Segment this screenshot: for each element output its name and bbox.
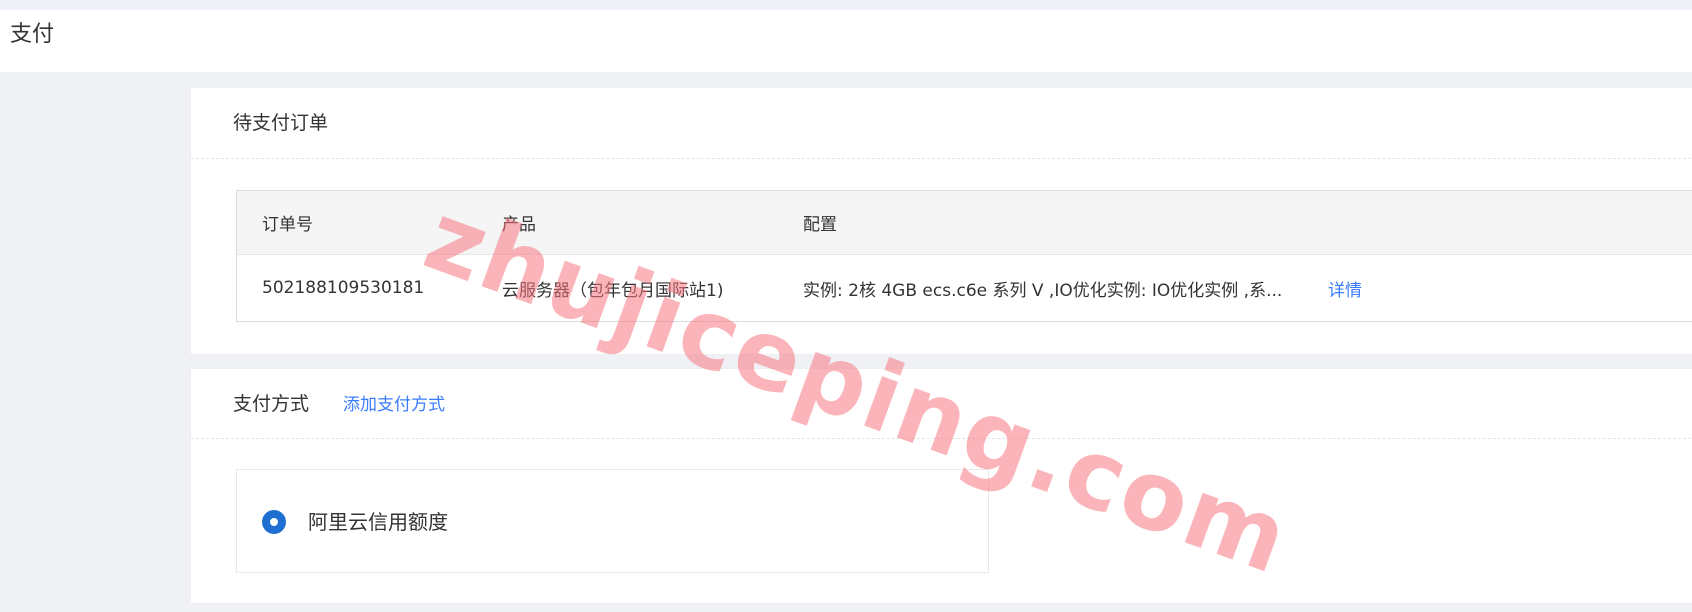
- radio-dot: [270, 518, 278, 526]
- pending-orders-header: 待支付订单: [191, 88, 1692, 159]
- payment-method-title: 支付方式: [233, 393, 310, 415]
- top-strip: [0, 0, 1692, 10]
- orders-table: 订单号 产品 配置 502188109530181 云服务器（包年包月国际站1)…: [236, 190, 1692, 322]
- page-header: 支付: [0, 10, 1692, 72]
- details-link[interactable]: 详情: [1328, 255, 1362, 321]
- order-id-cell: 502188109530181: [262, 278, 425, 298]
- payment-method-label: 阿里云信用额度: [308, 510, 448, 534]
- column-header-product: 产品: [502, 215, 536, 235]
- page-title: 支付: [10, 22, 55, 47]
- column-header-config: 配置: [803, 215, 837, 235]
- pending-orders-card: 待支付订单 订单号 产品 配置 502188109530181 云服务器（包年包…: [191, 88, 1692, 354]
- product-cell: 云服务器（包年包月国际站1): [502, 280, 724, 301]
- payment-method-card: 支付方式 添加支付方式 阿里云信用额度: [191, 369, 1692, 603]
- config-cell: 实例: 2核 4GB ecs.c6e 系列 V ,IO优化实例: IO优化实例 …: [803, 280, 1283, 301]
- payment-method-header: 支付方式 添加支付方式: [191, 369, 1692, 439]
- radio-selected-icon[interactable]: [262, 510, 286, 534]
- payment-method-option[interactable]: 阿里云信用额度: [236, 469, 989, 573]
- add-payment-method-link[interactable]: 添加支付方式: [343, 393, 445, 417]
- orders-table-header: 订单号 产品 配置: [237, 191, 1692, 255]
- table-row: 502188109530181 云服务器（包年包月国际站1) 实例: 2核 4G…: [237, 255, 1692, 321]
- pending-orders-title: 待支付订单: [233, 112, 329, 134]
- column-header-order-id: 订单号: [262, 215, 313, 235]
